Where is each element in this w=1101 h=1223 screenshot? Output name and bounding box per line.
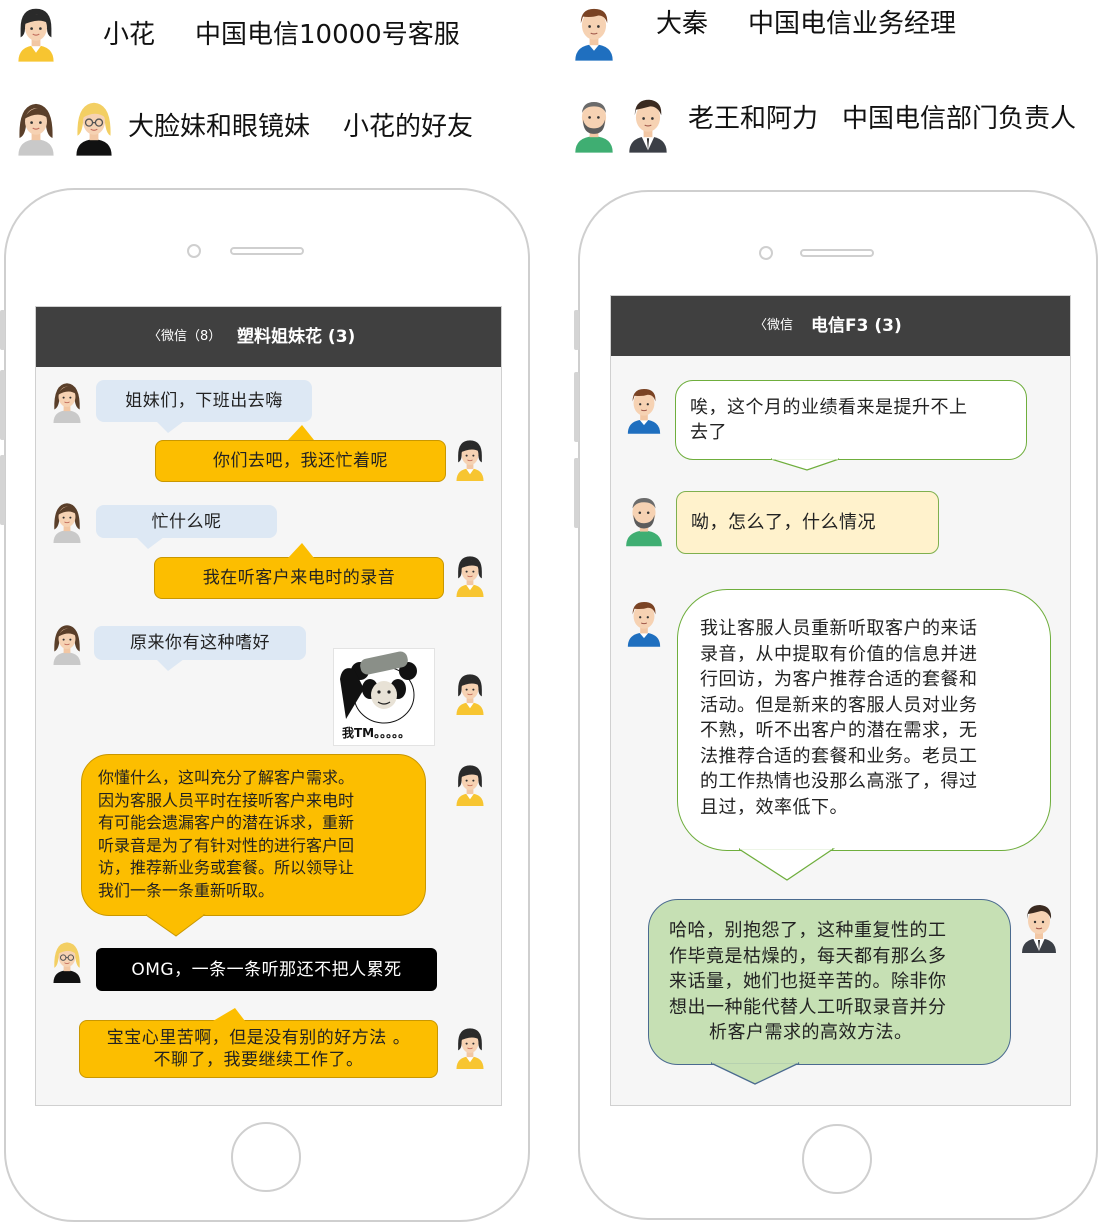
left-phone-speaker bbox=[230, 247, 304, 255]
xiaohua-avatar-icon bbox=[453, 671, 487, 715]
chat-text-line: 的工作热情也没那么高涨了，得过 bbox=[700, 771, 978, 792]
chat-text-line: 不熟，听不出客户的潜在需求，无 bbox=[700, 720, 978, 741]
yanjingmei-avatar-icon bbox=[72, 98, 116, 156]
xiaohua-avatar-icon bbox=[453, 553, 487, 597]
legend-names-leaders: 老王和阿力 bbox=[688, 104, 819, 134]
chat-text-line: 哈哈，别抱怨了，这种重复性的工 bbox=[669, 920, 947, 941]
chat-text-line: 你懂什么，这叫充分了解客户需求。 bbox=[98, 768, 355, 787]
right-phone-home-button[interactable] bbox=[802, 1124, 872, 1194]
bubble-tail bbox=[136, 537, 164, 549]
chat-text-line: 活动。但是新来的客服人员对业务 bbox=[700, 694, 978, 716]
chat-text-line: 因为客服人员平时在接听客户来电时 bbox=[98, 790, 355, 810]
chat-text-line: 有可能会遗漏客户的潜在诉求，重新 bbox=[98, 813, 355, 833]
chat-text-line: 我让客服人员重新听取客户的来话 bbox=[700, 618, 978, 639]
legend-names-friends: 大脸妹和眼镜妹 bbox=[128, 112, 311, 142]
bubble-tail bbox=[771, 458, 840, 471]
bubble-tail bbox=[711, 1062, 800, 1085]
dalianmei-avatar-icon bbox=[50, 379, 84, 423]
left-phone-side-button bbox=[0, 310, 5, 350]
chat-bubble: 唉，这个月的业绩看来是提升不上 去了 bbox=[675, 380, 1027, 460]
left-phone-side-button bbox=[0, 455, 5, 525]
chat-bubble: 我让客服人员重新听取客户的来话 录音，从中提取有价值的信息并进 行回访，为客户推… bbox=[677, 589, 1051, 851]
chat-bubble: 哈哈，别抱怨了，这种重复性的工 作毕竟是枯燥的，每天都有那么多 来话量，她们也挺… bbox=[648, 899, 1011, 1065]
back-button[interactable]: 〈微信（8） bbox=[148, 307, 221, 367]
chat-bubble: 你们去吧，我还忙着呢 bbox=[155, 440, 446, 482]
chat-bubble: 忙什么呢 bbox=[96, 505, 277, 538]
chat-bubble: 你懂什么，这叫充分了解客户需求。 因为客服人员平时在接听客户来电时 有可能会遗漏… bbox=[81, 754, 426, 916]
right-phone-side-button bbox=[574, 458, 579, 528]
legend-role-friends: 小花的好友 bbox=[343, 112, 474, 142]
daqin-avatar-icon bbox=[625, 593, 663, 651]
legend-role-daqin: 中国电信业务经理 bbox=[748, 9, 957, 39]
dalianmei-avatar-icon bbox=[50, 499, 84, 543]
bubble-tail bbox=[213, 1008, 245, 1021]
legend-name-xiaohua: 小花 bbox=[103, 20, 156, 50]
left-phone-camera bbox=[187, 244, 201, 258]
ali-avatar-icon bbox=[626, 94, 670, 154]
dalianmei-avatar-icon bbox=[50, 621, 84, 665]
chat-text-line: 且过，效率低下。 bbox=[700, 796, 848, 818]
chat-bubble: 呦，怎么了，什么情况 bbox=[676, 491, 939, 554]
left-phone-side-button bbox=[0, 370, 5, 440]
bubble-tail bbox=[739, 848, 835, 881]
chat-text-line: 我们一条一条重新听取。 bbox=[98, 880, 275, 900]
chat-text-line: 想出一种能代替人工听取录音并分 bbox=[669, 996, 947, 1018]
chat-bubble: OMG，一条一条听那还不把人累死 bbox=[96, 948, 437, 991]
chat-text-line: 去了 bbox=[690, 422, 727, 443]
panda-sticker-image: 我TM。。。。。 bbox=[333, 648, 435, 746]
chat-text-line: 听录音是为了有针对性的进行客户回 bbox=[98, 835, 355, 855]
right-phone-side-button bbox=[574, 372, 579, 442]
chat-text-line: 唉，这个月的业绩看来是提升不上 bbox=[690, 397, 968, 418]
chat-title: 塑料姐妹花 (3) bbox=[237, 327, 356, 347]
bubble-tail bbox=[156, 659, 184, 671]
right-phone-camera bbox=[759, 246, 773, 260]
chat-bubble: 我在听客户来电时的录音 bbox=[154, 557, 444, 599]
left-phone-home-button[interactable] bbox=[231, 1122, 301, 1192]
chat-title: 电信F3 (3) bbox=[811, 316, 902, 336]
chat-text-line: 析客户需求的高效方法。 bbox=[709, 1022, 913, 1043]
chat-text-line: 法推荐合适的套餐和业务。老员工 bbox=[700, 745, 978, 767]
bubble-tail bbox=[288, 543, 314, 558]
right-chat-screen: 〈微信 电信F3 (3) 唉，这个月的业绩看来是提升不上 去了 呦，怎么了，什么… bbox=[610, 295, 1071, 1106]
chat-bubble: 宝宝心里苦啊，但是没有别的好方法 。 不聊了，我要继续工作了。 bbox=[79, 1020, 438, 1078]
chat-text-line: 访，推荐新业务或套餐。所以领导让 bbox=[98, 858, 355, 878]
left-chat-screen: 〈微信（8） 塑料姐妹花 (3) 姐妹们，下班出去嗨 你们去吧，我还忙着呢 忙什… bbox=[35, 306, 502, 1106]
yanjingmei-avatar-icon bbox=[50, 939, 84, 983]
dalianmei-avatar-icon bbox=[14, 98, 58, 156]
xiaohua-avatar-icon bbox=[453, 762, 487, 806]
daqin-avatar-icon bbox=[625, 380, 663, 438]
chat-text-line: 不聊了，我要继续工作了。 bbox=[153, 1050, 364, 1070]
chat-text-line: 录音，从中提取有价值的信息并进 bbox=[700, 643, 978, 665]
chat-text-line: 宝宝心里苦啊，但是没有别的好方法 。 bbox=[106, 1028, 411, 1048]
right-phone-side-button bbox=[574, 310, 579, 350]
left-chat-titlebar: 〈微信（8） 塑料姐妹花 (3) bbox=[36, 307, 501, 367]
xiaohua-avatar-icon bbox=[14, 4, 58, 62]
bubble-tail bbox=[156, 421, 184, 433]
ali-avatar-icon bbox=[1019, 897, 1059, 957]
right-phone-speaker bbox=[800, 249, 874, 257]
daqin-avatar-icon bbox=[572, 2, 616, 62]
back-button[interactable]: 〈微信 bbox=[754, 296, 793, 356]
xiaohua-avatar-icon bbox=[453, 437, 487, 481]
chat-text-line: 来话量，她们也挺辛苦的。除非你 bbox=[669, 971, 947, 992]
chat-bubble: 姐妹们，下班出去嗨 bbox=[96, 380, 312, 422]
bubble-tail bbox=[288, 425, 314, 440]
xiaohua-avatar-icon bbox=[453, 1025, 487, 1069]
legend-role-xiaohua: 中国电信10000号客服 bbox=[195, 20, 460, 50]
chat-bubble: 原来你有这种嗜好 bbox=[94, 626, 306, 660]
sticker-caption: 我TM。。。。。 bbox=[342, 726, 411, 740]
bubble-tail bbox=[146, 914, 206, 937]
legend-role-leaders: 中国电信部门负责人 bbox=[842, 104, 1077, 134]
chat-text-line: 行回访，为客户推荐合适的套餐和 bbox=[700, 669, 978, 690]
legend-name-daqin: 大秦 bbox=[656, 9, 709, 39]
laowang-avatar-icon bbox=[572, 94, 616, 154]
laowang-avatar-icon bbox=[623, 490, 665, 548]
chat-text-line: 作毕竟是枯燥的，每天都有那么多 bbox=[669, 945, 947, 967]
right-chat-titlebar: 〈微信 电信F3 (3) bbox=[611, 296, 1070, 356]
